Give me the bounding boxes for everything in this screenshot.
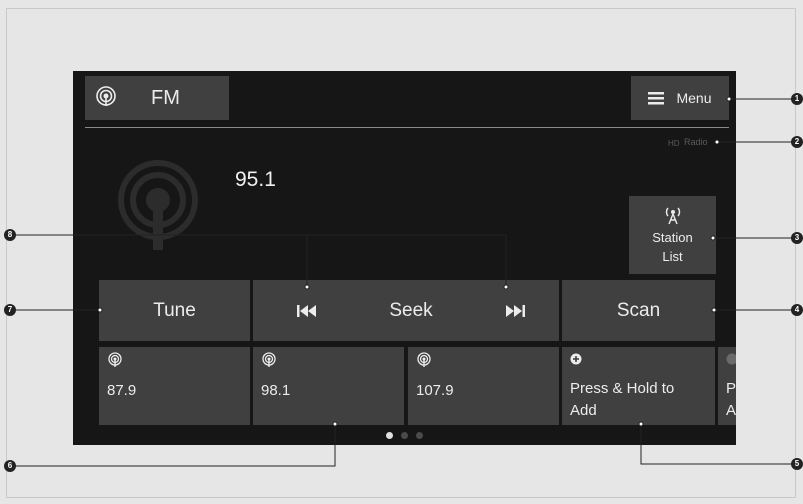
callout-marker-2: 2 bbox=[791, 136, 803, 148]
callout-marker-8: 8 bbox=[4, 229, 16, 241]
callout-marker-5: 5 bbox=[791, 458, 803, 470]
callout-marker-6: 6 bbox=[4, 460, 16, 472]
callout-marker-3: 3 bbox=[791, 232, 803, 244]
callout-marker-4: 4 bbox=[791, 304, 803, 316]
callout-marker-1: 1 bbox=[791, 93, 803, 105]
callout-marker-7: 7 bbox=[4, 304, 16, 316]
callout-leader-lines bbox=[16, 96, 793, 467]
